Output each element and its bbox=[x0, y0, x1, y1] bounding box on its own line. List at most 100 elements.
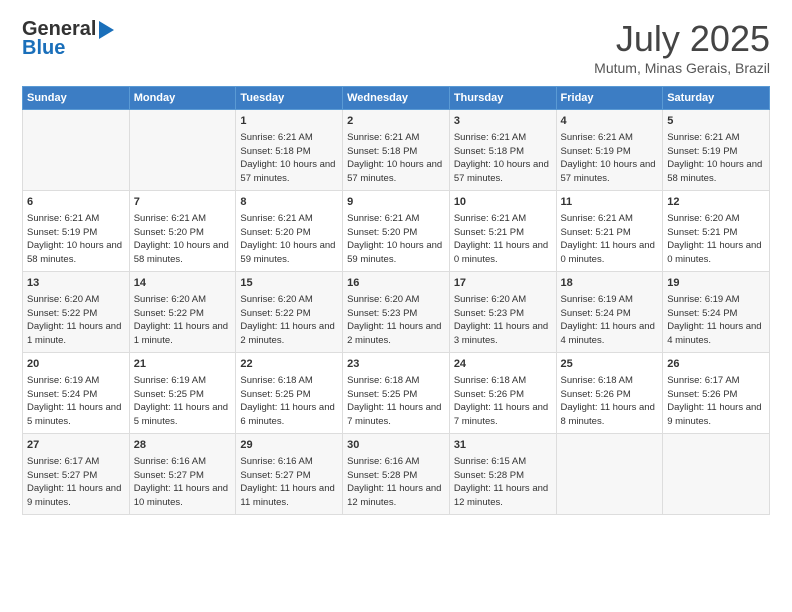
header-day-saturday: Saturday bbox=[663, 87, 770, 110]
calendar-cell: 22 Sunrise: 6:18 AM Sunset: 5:25 PM Dayli… bbox=[236, 353, 343, 434]
day-info: Sunrise: 6:21 AM Sunset: 5:19 PM Dayligh… bbox=[667, 132, 762, 184]
day-info: Sunrise: 6:16 AM Sunset: 5:27 PM Dayligh… bbox=[240, 456, 334, 508]
day-number: 9 bbox=[347, 195, 445, 211]
calendar-week-row: 27 Sunrise: 6:17 AM Sunset: 5:27 PM Dayli… bbox=[23, 434, 770, 515]
calendar-cell: 20Sunrise: 6:19 AM Sunset: 5:24 PM Dayli… bbox=[23, 353, 130, 434]
day-number: 20 bbox=[27, 357, 125, 373]
day-info: Sunrise: 6:20 AM Sunset: 5:21 PM Dayligh… bbox=[667, 213, 761, 265]
day-number: 2 bbox=[347, 114, 445, 130]
day-info: Sunrise: 6:20 AM Sunset: 5:22 PM Dayligh… bbox=[27, 294, 121, 346]
day-number: 30 bbox=[347, 438, 445, 454]
day-number: 25 bbox=[561, 357, 659, 373]
calendar-cell: 5 Sunrise: 6:21 AM Sunset: 5:19 PM Daylig… bbox=[663, 110, 770, 191]
calendar-cell: 19Sunrise: 6:19 AM Sunset: 5:24 PM Dayli… bbox=[663, 272, 770, 353]
calendar-cell: 30 Sunrise: 6:16 AM Sunset: 5:28 PM Dayli… bbox=[343, 434, 450, 515]
calendar-week-row: 20Sunrise: 6:19 AM Sunset: 5:24 PM Dayli… bbox=[23, 353, 770, 434]
day-number: 8 bbox=[240, 195, 338, 211]
month-year: July 2025 bbox=[594, 18, 770, 60]
calendar-cell: 24 Sunrise: 6:18 AM Sunset: 5:26 PM Dayli… bbox=[449, 353, 556, 434]
calendar-cell: 15 Sunrise: 6:20 AM Sunset: 5:22 PM Dayli… bbox=[236, 272, 343, 353]
day-number: 3 bbox=[454, 114, 552, 130]
header-day-friday: Friday bbox=[556, 87, 663, 110]
day-number: 7 bbox=[134, 195, 232, 211]
header-day-tuesday: Tuesday bbox=[236, 87, 343, 110]
calendar-header-row: SundayMondayTuesdayWednesdayThursdayFrid… bbox=[23, 87, 770, 110]
calendar-cell: 23 Sunrise: 6:18 AM Sunset: 5:25 PM Dayli… bbox=[343, 353, 450, 434]
calendar-cell: 21 Sunrise: 6:19 AM Sunset: 5:25 PM Dayli… bbox=[129, 353, 236, 434]
day-number: 16 bbox=[347, 276, 445, 292]
calendar-cell: 1Sunrise: 6:21 AM Sunset: 5:18 PM Daylig… bbox=[236, 110, 343, 191]
calendar-cell: 28Sunrise: 6:16 AM Sunset: 5:27 PM Dayli… bbox=[129, 434, 236, 515]
calendar-cell: 6 Sunrise: 6:21 AM Sunset: 5:19 PM Daylig… bbox=[23, 191, 130, 272]
day-number: 5 bbox=[667, 114, 765, 130]
day-info: Sunrise: 6:18 AM Sunset: 5:26 PM Dayligh… bbox=[454, 375, 548, 427]
header-day-thursday: Thursday bbox=[449, 87, 556, 110]
day-number: 19 bbox=[667, 276, 765, 292]
day-number: 6 bbox=[27, 195, 125, 211]
calendar-cell: 16 Sunrise: 6:20 AM Sunset: 5:23 PM Dayli… bbox=[343, 272, 450, 353]
day-info: Sunrise: 6:18 AM Sunset: 5:26 PM Dayligh… bbox=[561, 375, 655, 427]
day-info: Sunrise: 6:20 AM Sunset: 5:23 PM Dayligh… bbox=[347, 294, 441, 346]
calendar-cell bbox=[663, 434, 770, 515]
day-info: Sunrise: 6:20 AM Sunset: 5:23 PM Dayligh… bbox=[454, 294, 548, 346]
day-info: Sunrise: 6:21 AM Sunset: 5:18 PM Dayligh… bbox=[347, 132, 442, 184]
calendar-cell: 17 Sunrise: 6:20 AM Sunset: 5:23 PM Dayli… bbox=[449, 272, 556, 353]
calendar-cell: 9 Sunrise: 6:21 AM Sunset: 5:20 PM Daylig… bbox=[343, 191, 450, 272]
calendar-cell: 31Sunrise: 6:15 AM Sunset: 5:28 PM Dayli… bbox=[449, 434, 556, 515]
calendar-week-row: 6 Sunrise: 6:21 AM Sunset: 5:19 PM Daylig… bbox=[23, 191, 770, 272]
day-info: Sunrise: 6:21 AM Sunset: 5:20 PM Dayligh… bbox=[347, 213, 442, 265]
day-number: 11 bbox=[561, 195, 659, 211]
day-number: 10 bbox=[454, 195, 552, 211]
day-number: 15 bbox=[240, 276, 338, 292]
location: Mutum, Minas Gerais, Brazil bbox=[594, 60, 770, 76]
logo: General Blue bbox=[22, 18, 114, 60]
day-info: Sunrise: 6:19 AM Sunset: 5:24 PM Dayligh… bbox=[561, 294, 655, 346]
day-number: 24 bbox=[454, 357, 552, 373]
calendar-cell: 4 Sunrise: 6:21 AM Sunset: 5:19 PM Daylig… bbox=[556, 110, 663, 191]
day-info: Sunrise: 6:20 AM Sunset: 5:22 PM Dayligh… bbox=[134, 294, 228, 346]
day-info: Sunrise: 6:16 AM Sunset: 5:28 PM Dayligh… bbox=[347, 456, 441, 508]
page: General Blue July 2025 Mutum, Minas Gera… bbox=[0, 0, 792, 612]
day-info: Sunrise: 6:18 AM Sunset: 5:25 PM Dayligh… bbox=[240, 375, 334, 427]
day-info: Sunrise: 6:21 AM Sunset: 5:21 PM Dayligh… bbox=[454, 213, 548, 265]
day-number: 22 bbox=[240, 357, 338, 373]
day-number: 17 bbox=[454, 276, 552, 292]
day-number: 29 bbox=[240, 438, 338, 454]
day-info: Sunrise: 6:17 AM Sunset: 5:27 PM Dayligh… bbox=[27, 456, 121, 508]
day-info: Sunrise: 6:19 AM Sunset: 5:25 PM Dayligh… bbox=[134, 375, 228, 427]
calendar-cell: 10 Sunrise: 6:21 AM Sunset: 5:21 PM Dayli… bbox=[449, 191, 556, 272]
day-number: 26 bbox=[667, 357, 765, 373]
day-number: 27 bbox=[27, 438, 125, 454]
calendar-cell bbox=[23, 110, 130, 191]
day-info: Sunrise: 6:15 AM Sunset: 5:28 PM Dayligh… bbox=[454, 456, 548, 508]
calendar-cell: 14 Sunrise: 6:20 AM Sunset: 5:22 PM Dayli… bbox=[129, 272, 236, 353]
day-info: Sunrise: 6:18 AM Sunset: 5:25 PM Dayligh… bbox=[347, 375, 441, 427]
day-number: 12 bbox=[667, 195, 765, 211]
day-number: 21 bbox=[134, 357, 232, 373]
calendar-cell bbox=[129, 110, 236, 191]
day-number: 23 bbox=[347, 357, 445, 373]
day-number: 28 bbox=[134, 438, 232, 454]
day-info: Sunrise: 6:21 AM Sunset: 5:20 PM Dayligh… bbox=[134, 213, 229, 265]
day-info: Sunrise: 6:17 AM Sunset: 5:26 PM Dayligh… bbox=[667, 375, 761, 427]
day-number: 14 bbox=[134, 276, 232, 292]
logo-blue: Blue bbox=[22, 37, 65, 60]
header-day-wednesday: Wednesday bbox=[343, 87, 450, 110]
logo-arrow-icon bbox=[99, 21, 114, 39]
day-info: Sunrise: 6:21 AM Sunset: 5:19 PM Dayligh… bbox=[561, 132, 656, 184]
header-day-monday: Monday bbox=[129, 87, 236, 110]
day-info: Sunrise: 6:20 AM Sunset: 5:22 PM Dayligh… bbox=[240, 294, 334, 346]
day-info: Sunrise: 6:21 AM Sunset: 5:21 PM Dayligh… bbox=[561, 213, 655, 265]
calendar-cell: 2 Sunrise: 6:21 AM Sunset: 5:18 PM Daylig… bbox=[343, 110, 450, 191]
calendar-cell: 29 Sunrise: 6:16 AM Sunset: 5:27 PM Dayli… bbox=[236, 434, 343, 515]
title-block: July 2025 Mutum, Minas Gerais, Brazil bbox=[594, 18, 770, 76]
day-number: 1 bbox=[240, 114, 338, 130]
calendar-cell: 12 Sunrise: 6:20 AM Sunset: 5:21 PM Dayli… bbox=[663, 191, 770, 272]
calendar-cell: 8Sunrise: 6:21 AM Sunset: 5:20 PM Daylig… bbox=[236, 191, 343, 272]
calendar-cell: 3 Sunrise: 6:21 AM Sunset: 5:18 PM Daylig… bbox=[449, 110, 556, 191]
day-info: Sunrise: 6:21 AM Sunset: 5:18 PM Dayligh… bbox=[454, 132, 549, 184]
calendar-cell: 26 Sunrise: 6:17 AM Sunset: 5:26 PM Dayli… bbox=[663, 353, 770, 434]
calendar-cell: 25 Sunrise: 6:18 AM Sunset: 5:26 PM Dayli… bbox=[556, 353, 663, 434]
day-info: Sunrise: 6:21 AM Sunset: 5:19 PM Dayligh… bbox=[27, 213, 122, 265]
day-number: 4 bbox=[561, 114, 659, 130]
